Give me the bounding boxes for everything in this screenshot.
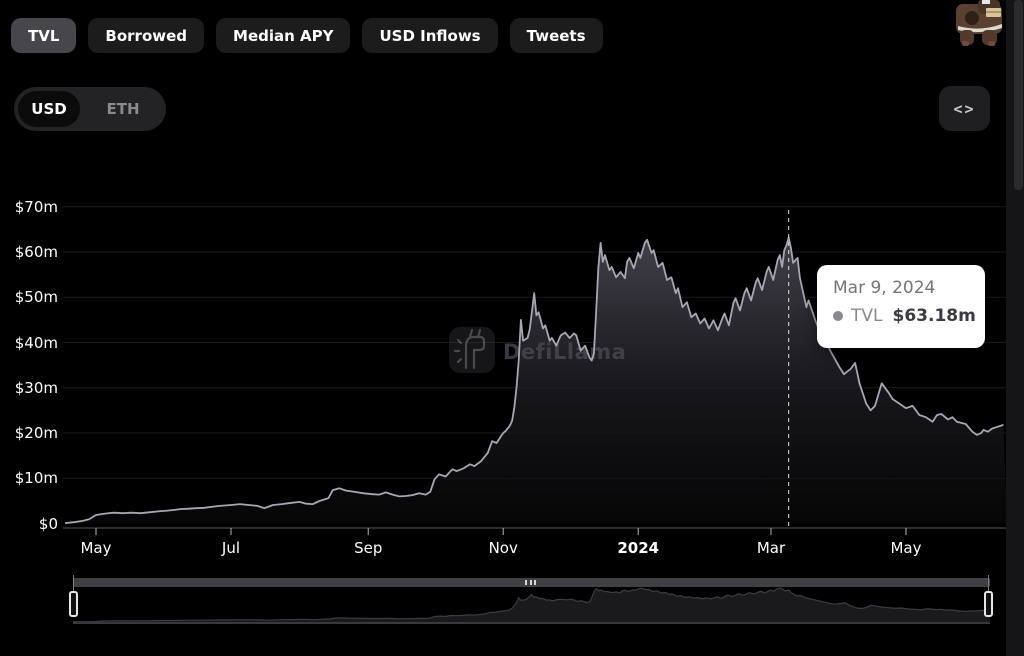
brush-bottom-border <box>73 622 990 624</box>
brush-right-stem <box>988 575 989 592</box>
brush-area-fill <box>73 587 990 622</box>
scrollbar-thumb[interactable] <box>1014 0 1023 190</box>
brush-left-handle[interactable] <box>69 591 78 617</box>
brush-right-handle[interactable] <box>984 591 993 617</box>
brush-left-stem <box>73 575 74 592</box>
brush-minimap[interactable] <box>0 0 1024 656</box>
defillama-protocol-chart-page: { "page": {"background": "#000000"}, "he… <box>0 0 1024 656</box>
